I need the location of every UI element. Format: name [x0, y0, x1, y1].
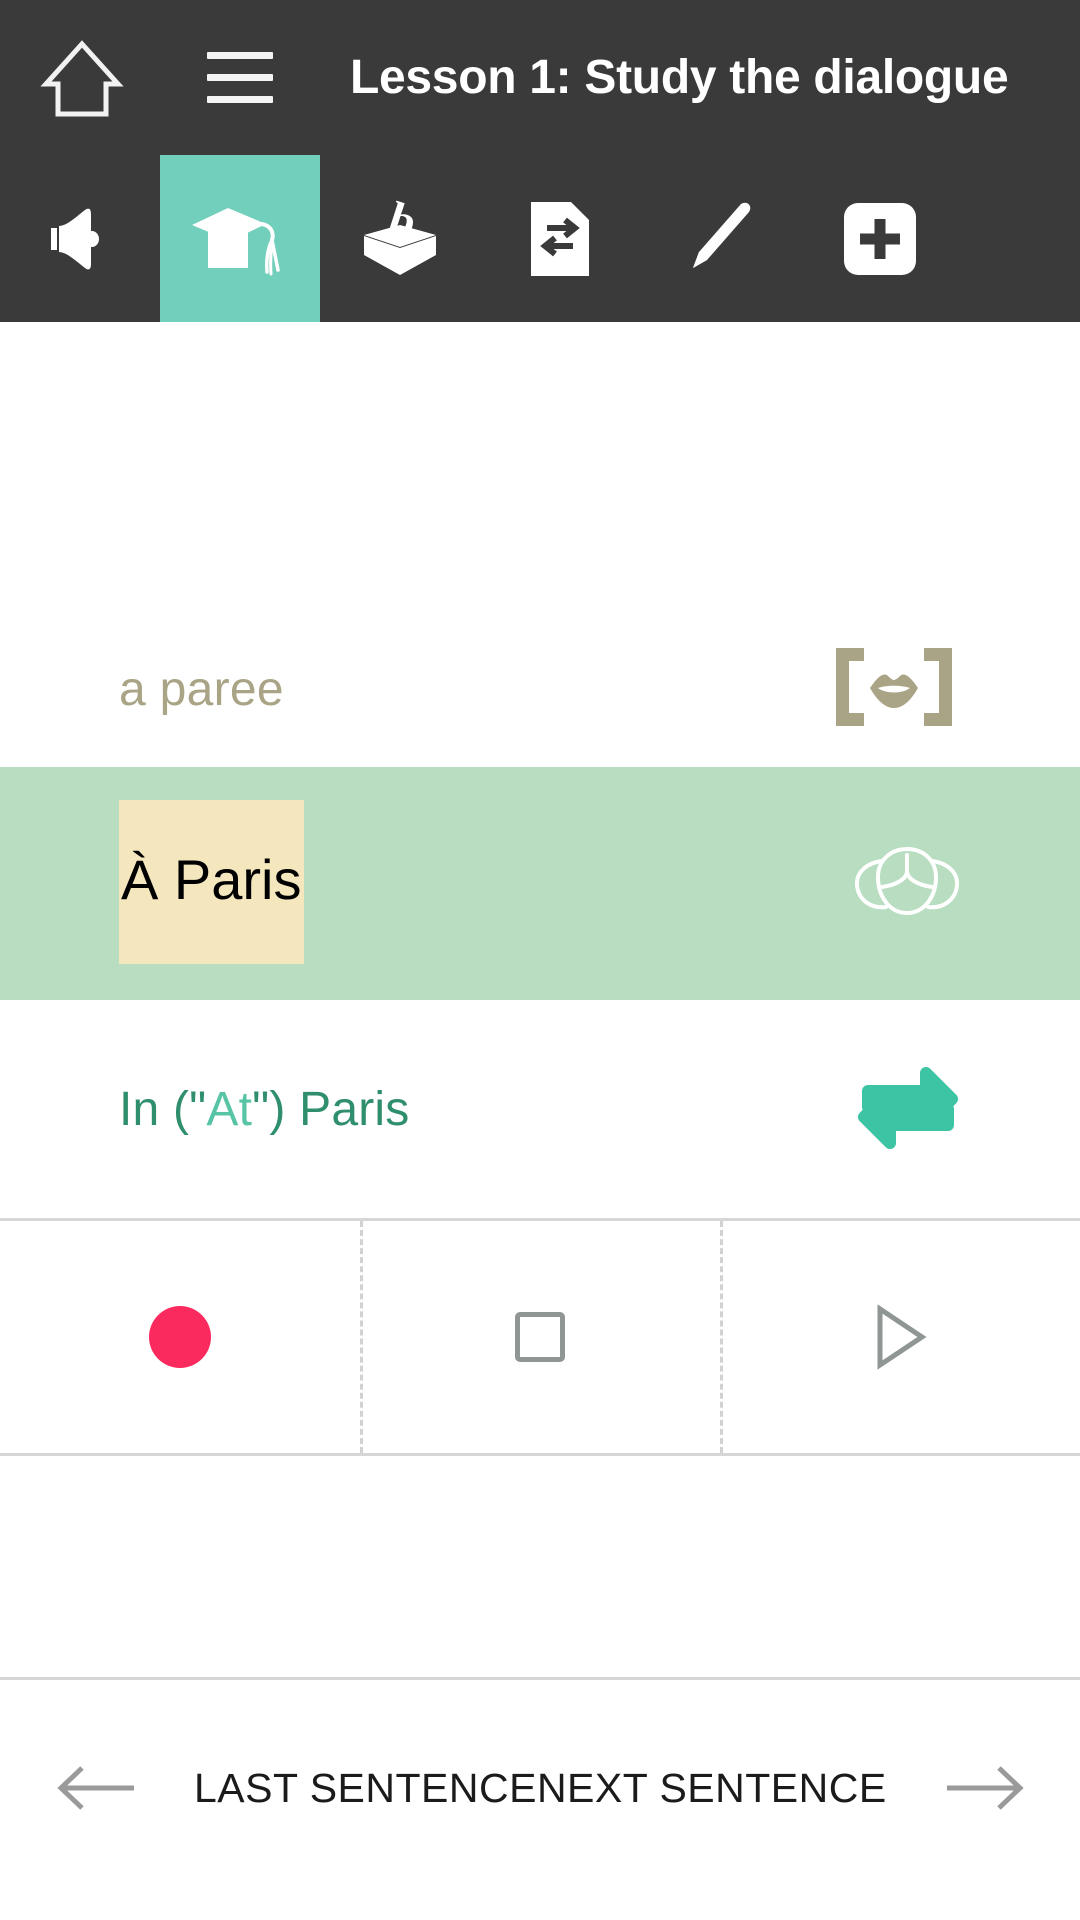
- content-top-spacer: [0, 322, 1080, 612]
- play-triangle-icon: [877, 1304, 927, 1370]
- phonetic-text: a paree: [119, 663, 284, 716]
- translation-row[interactable]: In ("At") Paris: [0, 1000, 1080, 1218]
- lips-brackets-icon[interactable]: [830, 642, 958, 737]
- vocabulary-box-icon: b: [364, 195, 436, 275]
- last-sentence-button[interactable]: LAST SENTENCE: [0, 1762, 537, 1814]
- target-sentence-highlight[interactable]: À Paris: [119, 799, 304, 964]
- translation-alternate: At: [206, 1082, 253, 1136]
- translation-prefix: In (": [119, 1082, 207, 1136]
- tab-write[interactable]: [640, 155, 800, 322]
- tab-translate[interactable]: [480, 155, 640, 322]
- stop-button[interactable]: [360, 1221, 720, 1453]
- tab-study-dialogue[interactable]: [160, 155, 320, 322]
- next-sentence-label: NEXT SENTENCE: [536, 1764, 887, 1811]
- translation-suffix: ") Paris: [252, 1082, 410, 1136]
- menu-bar-1: [207, 52, 273, 59]
- target-sentence-row[interactable]: À Paris: [0, 767, 1080, 1000]
- content-bottom-spacer: [0, 1456, 1080, 1677]
- record-dot-icon: [149, 1306, 211, 1368]
- plus-square-icon: [844, 202, 916, 275]
- sentence-navigation-bar: LAST SENTENCE NEXT SENTENCE: [0, 1677, 1080, 1896]
- pencil-icon: [693, 202, 751, 268]
- head-brain-icon[interactable]: [852, 841, 962, 926]
- last-sentence-label: LAST SENTENCE: [194, 1764, 537, 1811]
- phonetic-row[interactable]: a paree: [0, 612, 1080, 767]
- menu-bar-2: [207, 74, 273, 81]
- hamburger-menu-icon[interactable]: [194, 32, 286, 124]
- stop-square-icon: [515, 1312, 565, 1362]
- page-title: Lesson 1: Study the dialogue: [350, 51, 1009, 104]
- tab-vocabulary[interactable]: b: [320, 155, 480, 322]
- swap-arrows-icon[interactable]: [856, 1055, 960, 1164]
- translate-document-icon: [531, 201, 589, 276]
- next-sentence-button[interactable]: NEXT SENTENCE: [537, 1762, 1080, 1814]
- record-button[interactable]: [0, 1221, 360, 1453]
- play-button[interactable]: [720, 1221, 1080, 1453]
- speaker-icon: [51, 208, 99, 269]
- arrow-left-icon: [57, 1766, 134, 1810]
- target-sentence-text: À Paris: [121, 847, 302, 911]
- translation-text: In ("At") Paris: [119, 1082, 409, 1137]
- voice-recorder-controls: [0, 1218, 1080, 1456]
- tab-listen[interactable]: [0, 155, 160, 322]
- tab-add[interactable]: [800, 155, 960, 322]
- sentence-panel: a paree À Paris In ("At") Paris: [0, 322, 1080, 1677]
- menu-bar-3: [207, 96, 273, 103]
- app-bar: Lesson 1: Study the dialogue: [0, 0, 1080, 155]
- lesson-tool-tabs: b: [0, 155, 1080, 322]
- graduation-cap-icon: [192, 207, 280, 275]
- home-icon[interactable]: [36, 32, 128, 124]
- arrow-right-icon: [946, 1766, 1024, 1810]
